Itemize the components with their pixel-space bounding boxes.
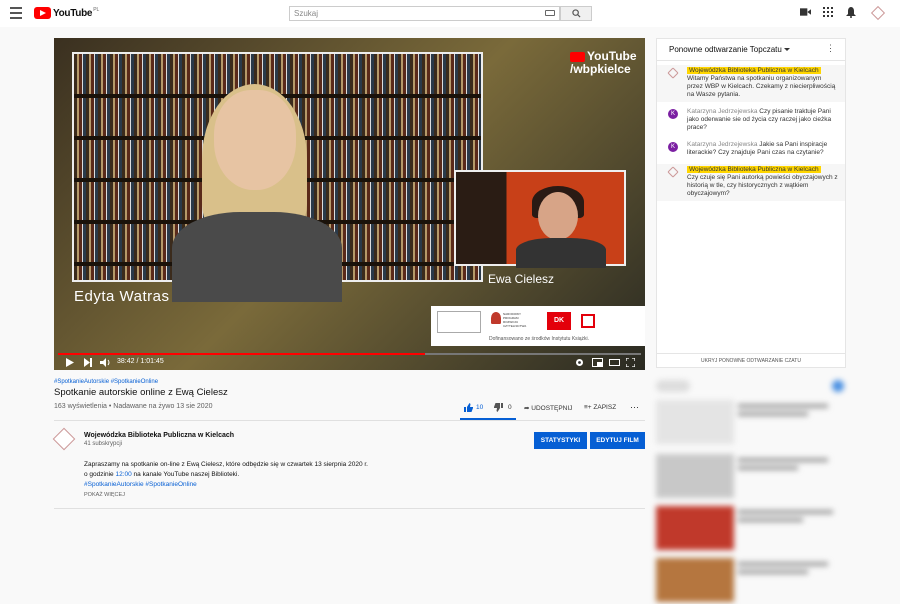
chat-header[interactable]: Ponowne odtwarzanie Topczatu ⋮ xyxy=(657,39,845,61)
edit-video-button[interactable]: EDYTUJ FILM xyxy=(590,432,645,449)
related-videos-blurred xyxy=(656,378,846,602)
speaker1-name: Edyta Watras xyxy=(74,288,170,305)
settings-gear-icon[interactable] xyxy=(575,358,584,367)
chat-message: Wojewódzka Biblioteka Publiczna w Kielca… xyxy=(657,164,845,201)
account-avatar-icon[interactable] xyxy=(870,5,886,21)
youtube-play-icon xyxy=(34,7,51,19)
channel-avatar[interactable] xyxy=(52,427,76,451)
subscriber-count: 41 subskrypcji xyxy=(84,441,123,447)
speaker2-name: Ewa Cielesz xyxy=(488,272,555,286)
chat-message: K Katarzyna Jedrzejewska Jakie sa Pani i… xyxy=(657,139,845,160)
time-display: 38:42 / 1:01:45 xyxy=(117,358,164,365)
top-bar: YouTube PL Szukaj xyxy=(0,0,900,27)
sponsor-banner: NARODOWY PROGRAM ROZWOJU CZYTELNICTWA DK Do… xyxy=(431,306,645,346)
speaker1-figure xyxy=(172,84,342,302)
dislike-count: 0 xyxy=(508,404,512,411)
chat-replay-panel: Ponowne odtwarzanie Topczatu ⋮ Wojewódzk… xyxy=(656,38,846,368)
playlist-add-icon: ≡+ xyxy=(584,404,594,411)
chat-author[interactable]: Katarzyna Jedrzejewska xyxy=(687,108,757,115)
volume-icon[interactable] xyxy=(100,358,111,367)
miniplayer-icon[interactable] xyxy=(592,358,603,367)
chat-title: Ponowne odtwarzanie Topczatu xyxy=(669,45,782,54)
player-controls: 38:42 / 1:01:45 xyxy=(54,356,645,370)
statistics-button[interactable]: STATYSTYKI xyxy=(534,432,587,449)
action-bar: 10 0 ➦ UDOSTĘPNIJ ≡+ ZAPISZ ⋯ xyxy=(460,400,645,420)
thumbs-up-icon[interactable] xyxy=(464,403,473,412)
chat-text: Czy czuje się Pani autorką powieści obyc… xyxy=(687,174,838,197)
progress-bar[interactable] xyxy=(58,353,641,355)
play-icon[interactable] xyxy=(66,358,74,367)
chat-message: Wojewódzka Biblioteka Publiczna w Kielca… xyxy=(657,65,845,102)
like-count: 10 xyxy=(476,404,484,411)
keyboard-icon[interactable] xyxy=(545,10,555,16)
search-icon xyxy=(572,9,581,18)
library-avatar-icon xyxy=(667,67,679,79)
user-avatar: K xyxy=(668,109,678,119)
channel-name[interactable]: Wojewódzka Biblioteka Publiczna w Kielca… xyxy=(84,432,234,439)
fullscreen-icon[interactable] xyxy=(626,358,635,367)
logo-country: PL xyxy=(93,7,100,13)
search-input[interactable]: Szukaj xyxy=(289,6,560,21)
hamburger-menu-icon[interactable] xyxy=(10,7,22,19)
thumbs-down-icon[interactable] xyxy=(494,403,503,412)
dk-logo: DK xyxy=(547,312,571,330)
apps-grid-icon[interactable] xyxy=(823,7,833,17)
logo-text: YouTube xyxy=(53,7,93,19)
timestamp-link[interactable]: 12:00 xyxy=(115,471,131,478)
youtube-logo[interactable]: YouTube PL xyxy=(34,7,99,19)
video-description: Zapraszamy na spotkanie on-line z Ewą Ci… xyxy=(84,461,368,490)
more-vert-icon[interactable]: ⋮ xyxy=(826,43,835,54)
divider xyxy=(54,508,645,509)
description-hashtags[interactable]: #SpotkanieAutorskie #SpotkanieOnline xyxy=(84,480,368,490)
notifications-bell-icon[interactable] xyxy=(846,7,856,18)
divider xyxy=(54,420,645,421)
chat-text: Witamy Państwa na spotkaniu organizowany… xyxy=(687,75,836,98)
progress-played xyxy=(58,353,426,355)
hashtags[interactable]: #SpotkanieAutorskie #SpotkanieOnline xyxy=(54,379,158,385)
sponsor-text: Dofinansowano ze środków Instytutu Książ… xyxy=(489,336,590,342)
show-more-button[interactable]: POKAŻ WIĘCEJ xyxy=(84,492,125,498)
search-button[interactable] xyxy=(560,6,592,21)
nprc-logo: NARODOWY PROGRAM ROZWOJU CZYTELNICTWA xyxy=(491,312,539,332)
guest-speaker-frame xyxy=(454,170,626,268)
library-logo xyxy=(437,311,481,333)
chevron-down-icon xyxy=(783,48,790,52)
chat-author[interactable]: Katarzyna Jedrzejewska xyxy=(687,141,757,148)
main-speaker-frame xyxy=(72,52,483,302)
channel-watermark: YouTube /wbpkielce xyxy=(570,49,637,76)
save-button[interactable]: ≡+ ZAPISZ xyxy=(584,404,616,411)
view-count: 163 wyświetlenia • Nadawane na żywo 13 s… xyxy=(54,403,213,410)
video-player[interactable]: Edyta Watras Ewa Cielesz YouTube /wbpkie… xyxy=(54,38,645,370)
chat-author[interactable]: Wojewódzka Biblioteka Publiczna w Kielca… xyxy=(687,67,821,74)
chat-message: K Katarzyna Jedrzejewska Czy pisanie tra… xyxy=(657,106,845,135)
instytut-ksiazki-logo xyxy=(581,314,595,328)
chat-author[interactable]: Wojewódzka Biblioteka Publiczna w Kielca… xyxy=(687,166,821,173)
next-icon[interactable] xyxy=(84,358,92,367)
video-title: Spotkanie autorskie online z Ewą Cielesz xyxy=(54,387,228,398)
hide-chat-button[interactable]: UKRYJ PONOWNE ODTWARZANIE CZATU xyxy=(657,353,845,367)
youtube-logo-icon xyxy=(570,51,585,62)
create-video-icon[interactable] xyxy=(800,7,811,17)
share-button[interactable]: ➦ UDOSTĘPNIJ xyxy=(524,404,572,412)
user-avatar: K xyxy=(668,142,678,152)
library-avatar-icon xyxy=(667,166,679,178)
more-horiz-icon[interactable]: ⋯ xyxy=(630,402,639,413)
theater-mode-icon[interactable] xyxy=(609,358,620,367)
